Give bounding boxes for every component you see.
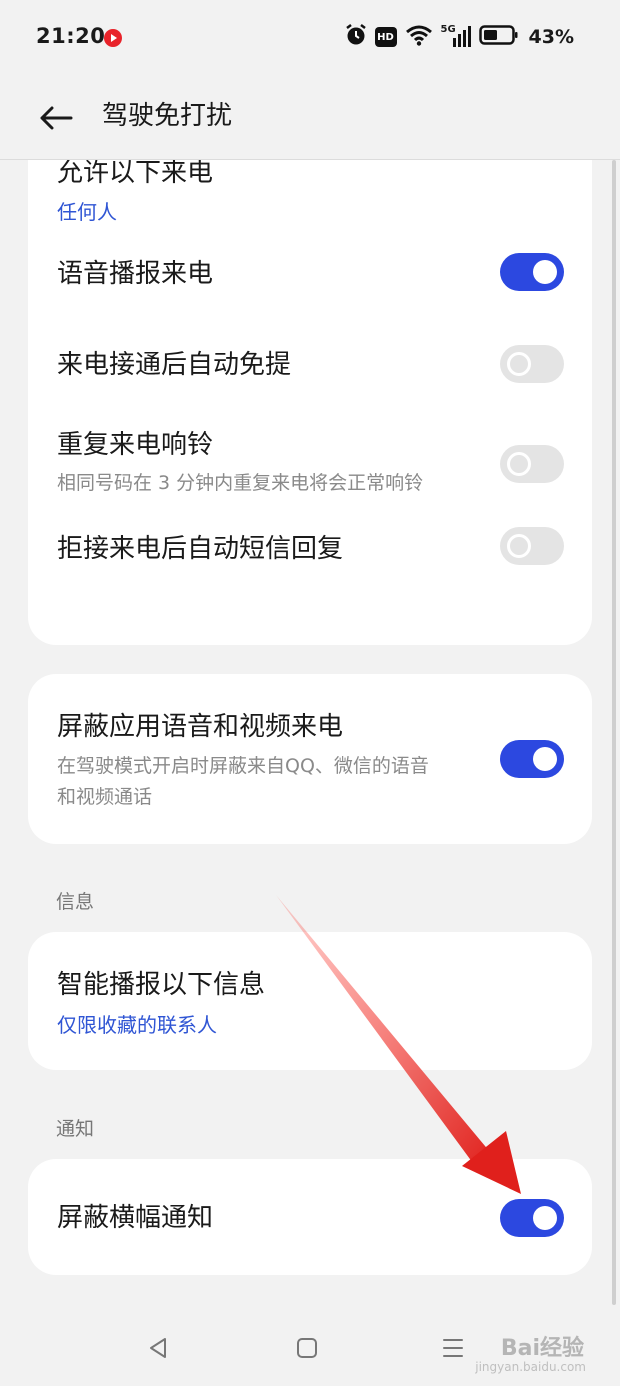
voice-announce-title: 语音播报来电 xyxy=(57,259,214,289)
auto-sms-reply-toggle[interactable] xyxy=(500,527,564,565)
toggle-knob xyxy=(507,452,531,476)
watermark-logo: Bai经验 xyxy=(500,1336,584,1361)
wifi-icon xyxy=(405,24,433,50)
allow-calls-row[interactable]: 允许以下来电 任何人 xyxy=(28,160,592,240)
section-label-notifications: 通知 xyxy=(56,1118,95,1140)
auto-handsfree-title: 来电接通后自动免提 xyxy=(57,350,292,380)
repeat-ring-subtitle: 相同号码在 3 分钟内重复来电将会正常响铃 xyxy=(57,472,424,494)
messages-card: 智能播报以下信息 仅限收藏的联系人 xyxy=(28,932,592,1070)
smart-announce-value: 仅限收藏的联系人 xyxy=(57,1013,217,1037)
settings-list[interactable]: 允许以下来电 任何人 语音播报来电 来电接通后自动免提 重复来电响铃 相同号码在… xyxy=(0,160,620,1296)
nav-back-icon xyxy=(150,1338,166,1358)
app-calls-card: 屏蔽应用语音和视频来电 在驾驶模式开启时屏蔽来自QQ、微信的语音 和视频通话 xyxy=(28,674,592,844)
auto-handsfree-toggle[interactable] xyxy=(500,345,564,383)
block-banner-title: 屏蔽横幅通知 xyxy=(57,1203,214,1233)
nav-back-button[interactable] xyxy=(138,1328,178,1368)
block-app-calls-toggle[interactable] xyxy=(500,740,564,778)
block-banner-row[interactable]: 屏蔽横幅通知 xyxy=(28,1159,592,1275)
signal-5g-icon: 5G xyxy=(441,24,471,49)
hd-label: HD xyxy=(377,31,394,43)
smart-announce-title: 智能播报以下信息 xyxy=(57,970,266,1000)
section-label-messages: 信息 xyxy=(56,891,95,913)
calls-card: 允许以下来电 任何人 语音播报来电 来电接通后自动免提 重复来电响铃 相同号码在… xyxy=(28,160,592,645)
screen: 21:20 HD 5G 43% 驾驶免打扰 允许以下来电 任何人 语音播报来电 … xyxy=(0,0,620,1386)
toggle-knob xyxy=(507,352,531,376)
toggle-knob xyxy=(533,747,557,771)
notifications-card: 屏蔽横幅通知 xyxy=(28,1159,592,1275)
battery-percent: 43% xyxy=(528,26,574,48)
status-time: 21:20 xyxy=(36,24,106,48)
alarm-icon xyxy=(345,23,367,51)
nav-home-button[interactable] xyxy=(287,1328,327,1368)
nav-recents-icon xyxy=(443,1339,463,1357)
block-banner-toggle[interactable] xyxy=(500,1199,564,1237)
scrollbar[interactable] xyxy=(612,160,616,1305)
video-app-icon xyxy=(103,28,123,52)
smart-announce-row[interactable]: 智能播报以下信息 仅限收藏的联系人 xyxy=(28,932,592,1070)
voice-announce-toggle[interactable] xyxy=(500,253,564,291)
status-bar: 21:20 HD 5G 43% xyxy=(0,0,620,76)
block-app-calls-subtitle-line2: 和视频通话 xyxy=(57,786,153,808)
repeat-ring-row[interactable]: 重复来电响铃 相同号码在 3 分钟内重复来电将会正常响铃 xyxy=(28,414,592,514)
block-app-calls-subtitle-line1: 在驾驶模式开启时屏蔽来自QQ、微信的语音 xyxy=(57,755,429,777)
nav-home-icon xyxy=(297,1338,317,1358)
battery-icon xyxy=(478,24,519,50)
allow-calls-value: 任何人 xyxy=(57,200,117,224)
nav-recents-button[interactable] xyxy=(433,1328,473,1368)
back-button[interactable] xyxy=(32,96,80,140)
repeat-ring-toggle[interactable] xyxy=(500,445,564,483)
auto-handsfree-row[interactable]: 来电接通后自动免提 xyxy=(28,322,592,414)
auto-sms-reply-row[interactable]: 拒接来电后自动短信回复 xyxy=(28,514,592,614)
status-icons: HD 5G 43% xyxy=(345,22,574,52)
block-app-calls-row[interactable]: 屏蔽应用语音和视频来电 在驾驶模式开启时屏蔽来自QQ、微信的语音 和视频通话 xyxy=(28,674,592,844)
repeat-ring-title: 重复来电响铃 xyxy=(57,430,214,460)
voice-announce-row[interactable]: 语音播报来电 xyxy=(28,232,592,322)
back-arrow-icon xyxy=(40,106,73,130)
app-header: 驾驶免打扰 xyxy=(0,76,620,160)
watermark-url: jingyan.baidu.com xyxy=(475,1360,586,1374)
allow-calls-title: 允许以下来电 xyxy=(57,160,214,188)
toggle-knob xyxy=(533,1206,557,1230)
hd-icon: HD xyxy=(374,27,397,47)
auto-sms-reply-title: 拒接来电后自动短信回复 xyxy=(57,534,344,564)
page-title: 驾驶免打扰 xyxy=(102,101,233,131)
block-app-calls-title: 屏蔽应用语音和视频来电 xyxy=(57,712,344,742)
toggle-knob xyxy=(533,260,557,284)
toggle-knob xyxy=(507,534,531,558)
